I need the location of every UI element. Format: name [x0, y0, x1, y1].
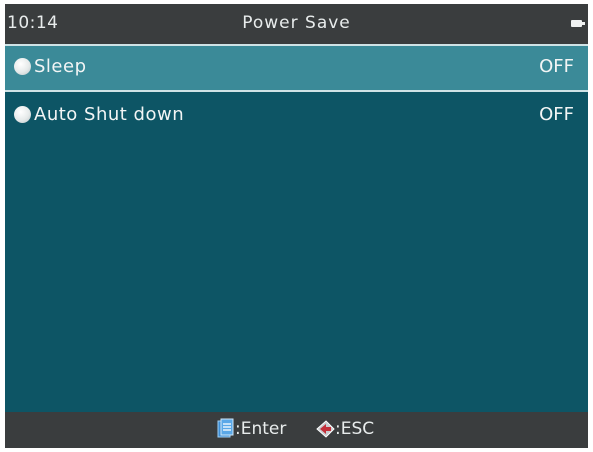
- menu-item-value: OFF: [539, 104, 574, 125]
- radio-icon: [14, 58, 31, 75]
- page-title: Power Save: [242, 13, 351, 33]
- menu-item-label: Sleep: [34, 56, 87, 77]
- enter-key-icon: [217, 418, 234, 438]
- menu-item-value: OFF: [539, 56, 574, 77]
- menu-list: Sleep OFF Auto Shut down OFF: [5, 44, 588, 140]
- esc-key-icon: [316, 420, 335, 438]
- device-screen: 10:14 Power Save Sleep OFF Auto Shut dow…: [5, 4, 588, 448]
- menu-item-auto-shut-down[interactable]: Auto Shut down OFF: [5, 92, 588, 140]
- menu-item-label: Auto Shut down: [34, 104, 185, 125]
- esc-hint[interactable]: :ESC: [315, 418, 374, 440]
- radio-icon: [14, 106, 31, 123]
- enter-hint[interactable]: :Enter: [215, 418, 286, 440]
- menu-item-sleep[interactable]: Sleep OFF: [5, 44, 588, 92]
- footer-bar: :Enter :ESC: [5, 412, 588, 448]
- esc-label: :ESC: [335, 419, 375, 439]
- enter-label: :Enter: [235, 419, 287, 439]
- status-bar: 10:14 Power Save: [5, 4, 588, 44]
- battery-icon: [571, 20, 585, 27]
